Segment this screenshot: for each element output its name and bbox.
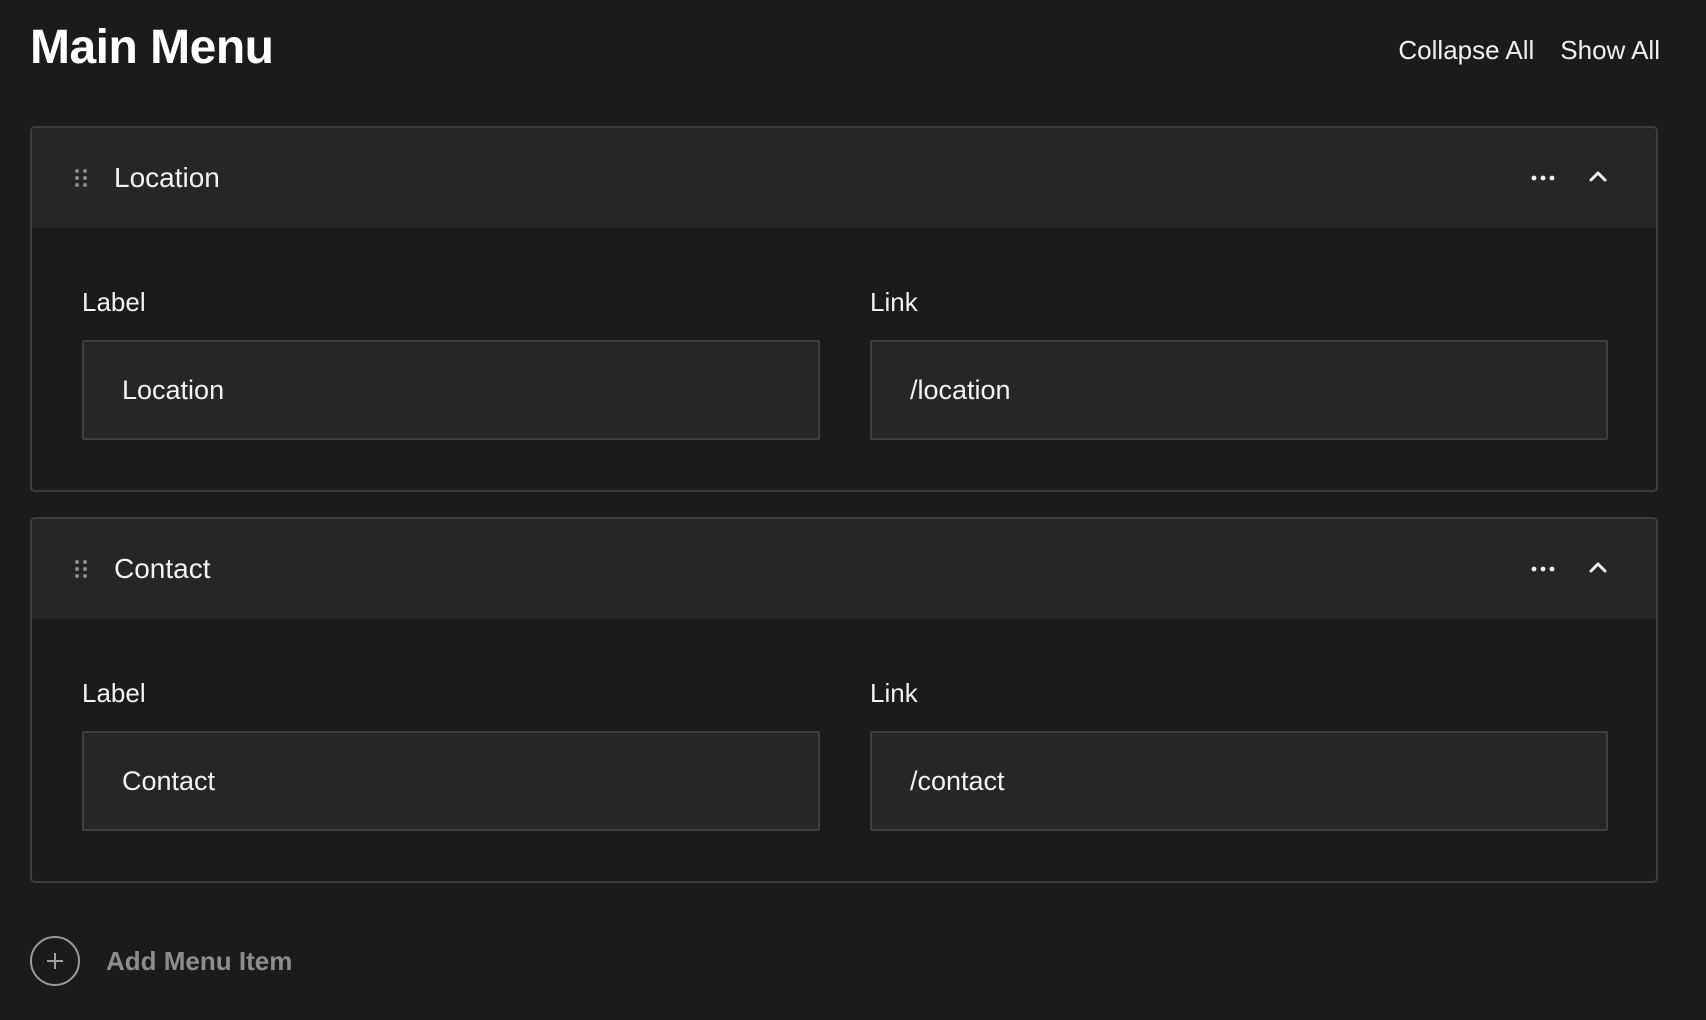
- drag-handle-icon[interactable]: [74, 559, 88, 579]
- add-circle[interactable]: [30, 936, 80, 986]
- menu-item-title: Contact: [114, 553, 211, 584]
- label-field-label: Label: [82, 287, 146, 317]
- menu-editor: Main Menu Collapse All Show All Location…: [0, 0, 1706, 1020]
- more-horizontal-icon[interactable]: [1530, 166, 1556, 190]
- menu-item-header[interactable]: Location: [32, 128, 1656, 228]
- chevron-up-icon[interactable]: [1586, 164, 1610, 188]
- add-menu-item-button[interactable]: Add Menu Item: [30, 934, 292, 988]
- menu-item-card: Location Label Link Location /location: [30, 126, 1658, 492]
- plus-icon: [47, 953, 63, 969]
- show-all-button[interactable]: Show All: [1560, 30, 1660, 70]
- header-actions: Collapse All Show All: [1398, 30, 1660, 70]
- add-menu-item-label: Add Menu Item: [106, 946, 293, 976]
- menu-item-card: Contact Label Link Contact /contact: [30, 517, 1658, 883]
- link-input[interactable]: /contact: [870, 731, 1608, 831]
- menu-item-title: Location: [114, 162, 220, 193]
- label-input[interactable]: Contact: [82, 731, 820, 831]
- menu-item-header[interactable]: Contact: [32, 519, 1656, 619]
- link-field-label: Link: [870, 287, 918, 317]
- link-input[interactable]: /location: [870, 340, 1608, 440]
- chevron-up-icon[interactable]: [1586, 555, 1610, 579]
- link-field-label: Link: [870, 678, 918, 708]
- more-horizontal-icon[interactable]: [1530, 557, 1556, 581]
- label-field-label: Label: [82, 678, 146, 708]
- collapse-all-button[interactable]: Collapse All: [1398, 30, 1534, 70]
- drag-handle-icon[interactable]: [74, 168, 88, 188]
- page-header: Main Menu Collapse All Show All: [30, 18, 1660, 88]
- page-title: Main Menu: [30, 21, 274, 74]
- label-input[interactable]: Location: [82, 340, 820, 440]
